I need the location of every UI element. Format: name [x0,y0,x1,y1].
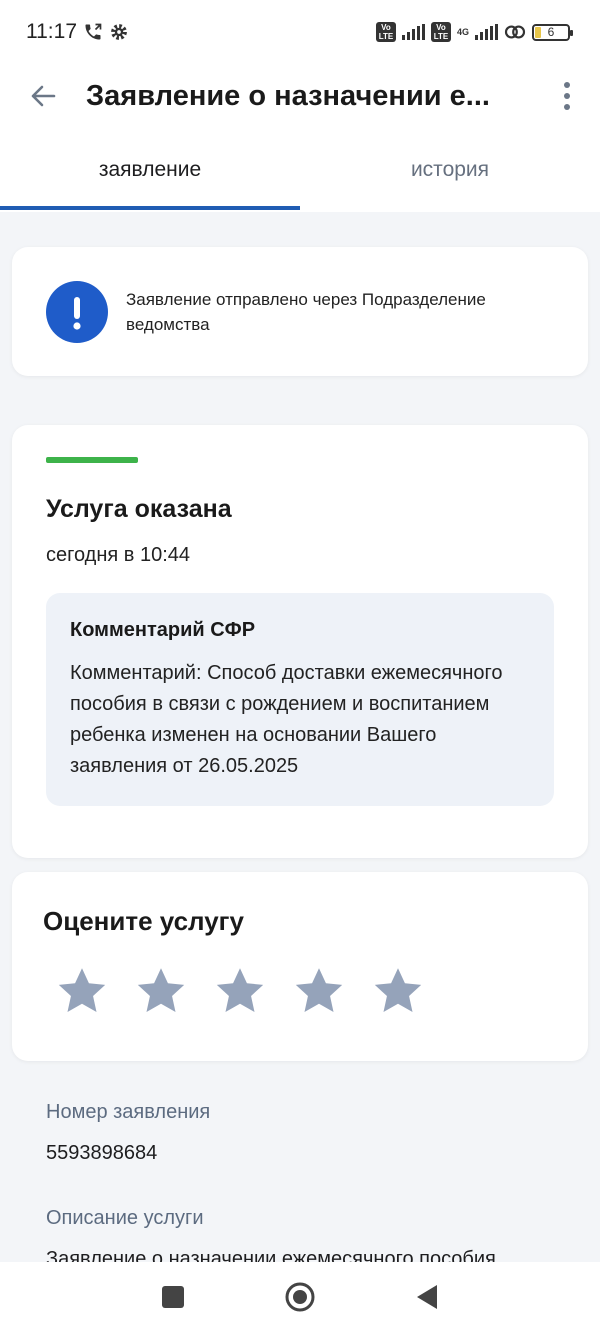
star-icon[interactable] [55,965,109,1017]
recents-button[interactable] [153,1277,193,1317]
square-icon [162,1286,185,1308]
comment-text: Комментарий: Способ доставки ежемесячног… [70,662,503,777]
settings-gear-icon [111,24,127,40]
application-number-value: 5593898684 [46,1142,158,1164]
comment-title: Комментарий СФР [70,619,256,641]
call-forward-icon [85,23,102,40]
star-icon[interactable] [134,965,188,1017]
signal-strength-icon [401,24,425,40]
status-title: Услуга оказана [46,495,232,523]
triangle-back-icon [416,1285,437,1309]
more-options-button[interactable] [552,78,582,114]
status-bar-right: Vo LTE Vo LTE 4G 6 [375,22,573,42]
status-indicator-bar [46,457,138,463]
system-navigation-bar [0,1262,600,1332]
circle-home-icon [285,1282,315,1312]
comment-box: Комментарий СФР Комментарий: Способ дост… [46,593,554,806]
back-button[interactable] [0,64,86,128]
star-icon[interactable] [371,965,425,1017]
clock: 11:17 [26,20,77,43]
star-icon[interactable] [292,965,346,1017]
network-type-label: 4G [456,27,469,37]
tab-history[interactable]: история [300,128,600,212]
status-bar-left: 11:17 [26,20,129,44]
app-bar: Заявление о назначении е... [0,64,600,128]
info-banner-text: Заявление отправлено через Подразделение… [126,289,486,334]
application-number-field: Номер заявления 5593898684 [46,1101,566,1165]
rating-stars [55,965,557,1017]
status-date: сегодня в 10:44 [46,544,190,566]
tab-application[interactable]: заявление [0,128,300,212]
status-card: Услуга оказана сегодня в 10:44 Комментар… [12,425,588,858]
rating-title: Оцените услугу [43,906,244,936]
arrow-left-icon [31,85,56,107]
exclamation-icon [46,280,108,343]
more-vert-icon-dot [564,82,570,88]
service-description-label: Описание услуги [46,1207,204,1229]
link-icon [504,25,526,39]
volte-badge-1: Vo LTE [375,22,396,42]
status-bar: 11:17 Vo LTE Vo LTE 4G 6 [0,0,600,64]
signal-strength-icon-2 [475,24,498,40]
info-banner: Заявление отправлено через Подразделение… [12,247,588,376]
home-button[interactable] [280,1277,320,1317]
rating-card: Оцените услугу [12,872,588,1061]
battery-level: 6 [547,24,555,39]
tab-bar: заявление история [0,128,600,212]
star-icon[interactable] [213,965,267,1017]
screen: 11:17 Vo LTE Vo LTE 4G 6 Заявление о наз… [0,0,600,1332]
page-title: Заявление о назначении е... [86,79,490,112]
volte-badge-2: Vo LTE [430,22,451,42]
back-nav-button[interactable] [407,1277,447,1317]
application-number-label: Номер заявления [46,1101,211,1123]
battery-icon: 6 [532,23,573,41]
